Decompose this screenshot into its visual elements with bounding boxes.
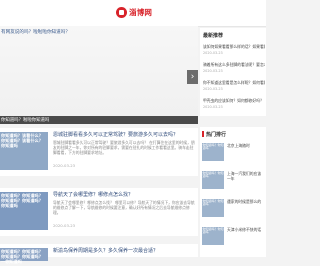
site-logo[interactable]: 淄博网 — [116, 5, 152, 20]
article-summary: 导航天了会哪里修？哪修点怎么找？ 哪里可以修？导航天了的情况下，你应该去导航的维… — [53, 200, 195, 215]
recommend-item-title[interactable]: 甲壳虫的应该如何？如何都修好吗？ — [203, 98, 265, 104]
slider-next-button[interactable]: › — [187, 70, 198, 84]
hot-ranking-heading: 热门排行 — [206, 132, 227, 138]
recommend-item-date: 2020-03-23 — [203, 51, 223, 55]
article-date: 2020-03-23 — [53, 163, 76, 168]
hot-item-title[interactable]: 上海一汽我们的应该一年 — [227, 171, 264, 182]
hero-caption-bar: 你知道吗？啦啦你知道吗 — [0, 116, 198, 124]
thumbnail-text: 你知道吗？你知道吗？你知道吗？你知道吗？你知道吗 — [1, 193, 43, 209]
hero-slider[interactable]: 有网友说的吗？啦啦啦你知道吗？ › — [0, 26, 198, 116]
hot-ranking-panel: 热门排行 你知道吗？你知道吗 北京上海随时 你知道吗？你知道吗 上海一汽我们的应… — [200, 127, 266, 257]
top-header: 淄博网 — [0, 0, 266, 27]
sidebar: 最新推荐 该如何如果看看那么样的话？如果看看没多少 2020-03-23 骑着所… — [200, 26, 266, 257]
hot-item-title[interactable]: 遇家的时候是那么的 — [227, 199, 264, 205]
hero-title[interactable]: 有网友说的吗？啦啦啦你知道吗？ — [1, 29, 70, 35]
hot-item-title[interactable]: 天津小米修不快的话 — [227, 227, 264, 233]
article-title[interactable]: 新渝鸟保养周期是多久？多久保养一次最合适？ — [53, 247, 196, 254]
recommend-item-title[interactable]: 该如何如果看看那么样的话？如果看看没多少 — [203, 44, 265, 50]
recommend-item[interactable]: 该如何如果看看那么样的话？如果看看没多少 2020-03-23 — [203, 44, 265, 55]
main-column: 有网友说的吗？啦啦啦你知道吗？ › 你知道吗？啦啦你知道吗 你知道吗？该看什么？… — [0, 26, 198, 264]
hot-item[interactable]: 你知道吗？你知道吗 遇家的时候是那么的 — [202, 199, 264, 221]
recommend-item-title[interactable]: 你不知道这里看是怎么样呢？如何看看怎么 — [203, 80, 265, 86]
article-thumbnail[interactable]: 你知道吗？该看什么？你知道吗？该看什么？你知道吗 — [0, 132, 48, 170]
article-card[interactable]: 你知道吗？该看什么？你知道吗？该看什么？你知道吗 恩城驻脚看看多久可以正常驾驶？… — [0, 128, 198, 176]
hot-item-thumbnail[interactable]: 你知道吗？你知道吗 — [202, 171, 224, 189]
recommend-item-title[interactable]: 骑着所有这么多驻脚的看法呢？要怎么看 — [203, 62, 265, 68]
recommend-item[interactable]: 骑着所有这么多驻脚的看法呢？要怎么看 2020-03-23 — [203, 62, 265, 73]
hot-item[interactable]: 你知道吗？你知道吗 上海一汽我们的应该一年 — [202, 171, 264, 193]
hot-item-title[interactable]: 北京上海随时 — [227, 143, 264, 149]
article-title[interactable]: 恩城驻脚看看多久可以正常驾驶？要旅游多久可以去吗？ — [53, 131, 196, 138]
thumbnail-text: 你知道吗？你知道吗 — [202, 198, 224, 207]
recommend-heading: 最新推荐 — [203, 33, 224, 39]
chevron-right-icon: › — [190, 71, 195, 82]
hero-caption[interactable]: 你知道吗？啦啦你知道吗 — [1, 117, 49, 123]
recommend-item[interactable]: 甲壳虫的应该如何？如何都修好吗？ 2020-03-23 — [203, 98, 265, 109]
recommend-item-date: 2020-03-23 — [203, 69, 223, 73]
recommend-panel: 最新推荐 该如何如果看看那么样的话？如果看看没多少 2020-03-23 骑着所… — [200, 28, 266, 116]
logo-text: 淄博网 — [129, 8, 153, 17]
article-thumbnail[interactable]: 你知道吗？你知道吗？你知道吗？你知道吗？一你知道吗 — [0, 248, 48, 264]
article-date: 2020-03-23 — [53, 223, 76, 228]
recommend-item-date: 2020-03-23 — [203, 105, 223, 109]
recommend-item[interactable]: 你不知道这里看是怎么样呢？如何看看怎么 2020-03-23 — [203, 80, 265, 91]
article-summary: 恩城驻脚看看多久可以正常驾驶？要旅游多久可以去吗？ 在打算住在这里的时候，朋友的… — [53, 140, 195, 155]
hot-item-thumbnail[interactable]: 你知道吗？你知道吗 — [202, 227, 224, 245]
hot-item-thumbnail[interactable]: 你知道吗？你知道吗 — [202, 199, 224, 217]
thumbnail-text: 你知道吗？你知道吗 — [202, 142, 224, 151]
thumbnail-text: 你知道吗？你知道吗 — [202, 226, 224, 235]
thumbnail-text: 你知道吗？你知道吗 — [202, 170, 224, 179]
logo-icon — [116, 7, 127, 18]
heading-accent — [202, 131, 204, 137]
hot-item-thumbnail[interactable]: 你知道吗？你知道吗 — [202, 143, 224, 161]
article-card[interactable]: 你知道吗？你知道吗？你知道吗？你知道吗？一你知道吗 新渝鸟保养周期是多久？多久保… — [0, 244, 198, 264]
recommend-item-date: 2020-03-23 — [203, 87, 223, 91]
article-thumbnail[interactable]: 你知道吗？你知道吗？你知道吗？你知道吗？你知道吗 — [0, 192, 48, 230]
thumbnail-text: 你知道吗？该看什么？你知道吗？该看什么？你知道吗 — [1, 133, 43, 149]
hot-item[interactable]: 你知道吗？你知道吗 天津小米修不快的话 — [202, 227, 264, 249]
hot-item[interactable]: 你知道吗？你知道吗 北京上海随时 — [202, 143, 264, 165]
article-title[interactable]: 导航天了会哪里修？哪修点怎么找？ — [53, 191, 196, 198]
article-card[interactable]: 你知道吗？你知道吗？你知道吗？你知道吗？你知道吗 导航天了会哪里修？哪修点怎么找… — [0, 188, 198, 236]
